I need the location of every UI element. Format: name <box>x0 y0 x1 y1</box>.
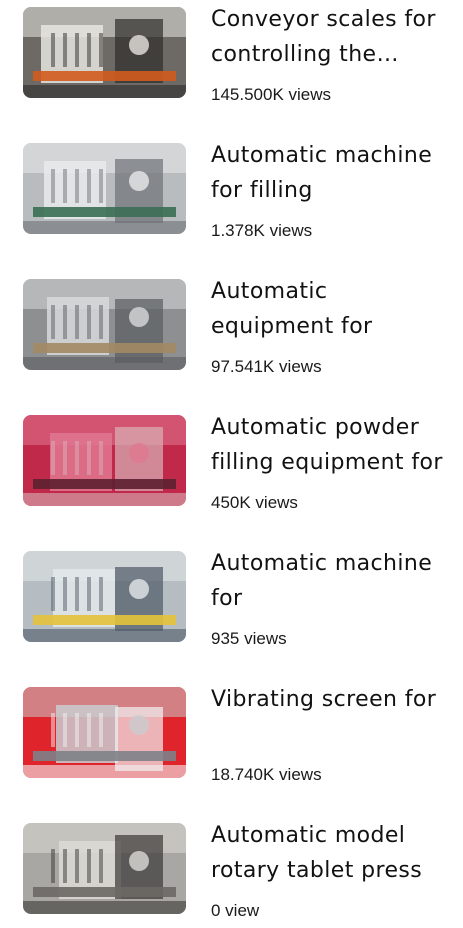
video-title[interactable]: Conveyor scales for controlling the weig… <box>211 2 447 72</box>
video-item[interactable]: Automatic model rotary tablet press 0 vi… <box>0 816 463 928</box>
video-item[interactable]: Vibrating screen for 18.740K views <box>0 680 463 792</box>
video-title[interactable]: Vibrating screen for <box>211 682 447 717</box>
video-title[interactable]: Automatic machine for filling <box>211 138 447 208</box>
video-title[interactable]: Automatic machine for <box>211 546 447 616</box>
video-thumbnail[interactable] <box>23 551 186 642</box>
video-title[interactable]: Automatic equipment for <box>211 274 447 344</box>
view-count: 145.500K views <box>211 85 332 104</box>
video-thumbnail[interactable] <box>23 823 186 914</box>
video-thumbnail[interactable] <box>23 7 186 98</box>
video-thumbnail[interactable] <box>23 415 186 506</box>
video-title[interactable]: Automatic powder filling equipment for <box>211 410 447 480</box>
video-thumbnail[interactable] <box>23 687 186 778</box>
video-item[interactable]: Automatic powder filling equipment for 4… <box>0 408 463 520</box>
view-count: 1.378K views <box>211 221 313 240</box>
video-item[interactable]: Conveyor scales for controlling the weig… <box>0 0 463 112</box>
view-count: 0 view <box>211 901 260 920</box>
view-count: 935 views <box>211 629 287 648</box>
video-thumbnail[interactable] <box>23 279 186 370</box>
video-item[interactable]: Automatic machine for filling 1.378K vie… <box>0 136 463 248</box>
video-thumbnail[interactable] <box>23 143 186 234</box>
video-item[interactable]: Automatic machine for 935 views <box>0 544 463 656</box>
view-count: 18.740K views <box>211 765 322 784</box>
video-title[interactable]: Automatic model rotary tablet press <box>211 818 447 888</box>
view-count: 450K views <box>211 493 298 512</box>
video-list: Conveyor scales for controlling the weig… <box>0 0 463 927</box>
view-count: 97.541K views <box>211 357 322 376</box>
video-item[interactable]: Automatic equipment for 97.541K views <box>0 272 463 384</box>
